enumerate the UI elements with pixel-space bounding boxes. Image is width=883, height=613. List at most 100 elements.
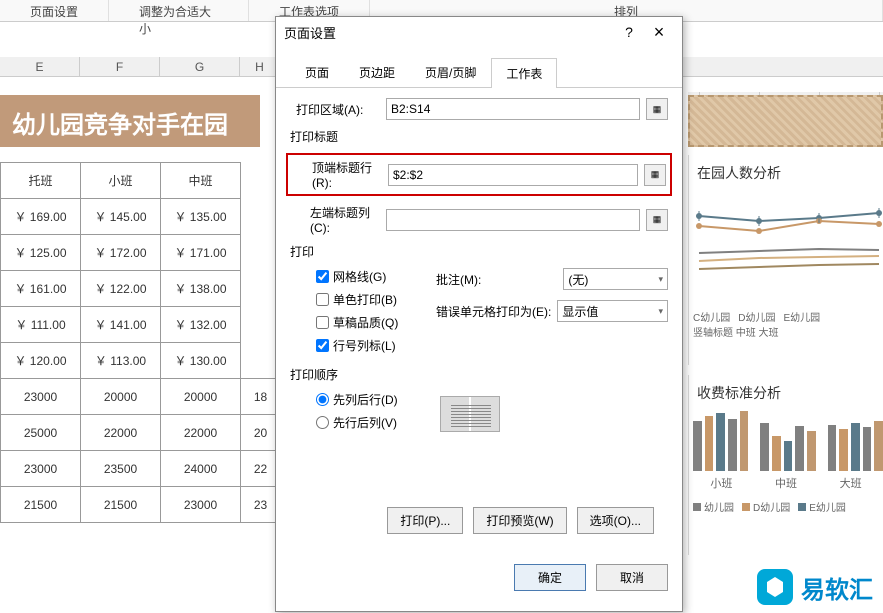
cell[interactable]: 22000 — [161, 415, 241, 451]
ribbon-scale-fit[interactable]: 调整为合适大小 — [109, 0, 249, 21]
cb-rowcol-label: 行号列标(L) — [333, 337, 396, 354]
cell[interactable]: ￥ 135.00 — [161, 199, 241, 235]
cell[interactable]: 23000 — [1, 451, 81, 487]
cell[interactable]: 25000 — [1, 415, 81, 451]
print-titles-group: 打印标题 — [290, 128, 668, 145]
cell[interactable]: ￥ 172.00 — [81, 235, 161, 271]
page-setup-dialog: 页面设置 ? × 页面 页边距 页眉/页脚 工作表 打印区域(A): ▦ 打印标… — [275, 16, 683, 612]
cell[interactable]: 20000 — [81, 379, 161, 415]
ribbon-page-setup[interactable]: 页面设置 — [0, 0, 109, 21]
cell[interactable]: 23500 — [81, 451, 161, 487]
chart-enrollment: 在园人数分析 C幼儿园 D幼儿园 E幼儿园 竖轴标题 中班 大班 — [688, 155, 883, 365]
order-group: 打印顺序 — [290, 366, 668, 383]
dialog-titlebar: 页面设置 ? × — [276, 17, 682, 47]
errors-select[interactable]: 显示值▾ — [557, 300, 668, 322]
options-button[interactable]: 选项(O)... — [577, 507, 654, 534]
chart2-legend: 幼儿园 D幼儿园 E幼儿园 — [689, 499, 883, 514]
rb-over-down[interactable] — [316, 416, 329, 429]
col-header-G[interactable]: G — [160, 57, 240, 76]
dialog-tabs: 页面 页边距 页眉/页脚 工作表 — [276, 57, 682, 88]
cell[interactable]: ￥ 113.00 — [81, 343, 161, 379]
sheet-title-banner: 幼儿园竞争对手在园 — [0, 95, 260, 147]
logo-text: 易软汇 — [801, 570, 873, 605]
brand-logo: 易软汇 — [757, 569, 873, 605]
tab-margins[interactable]: 页边距 — [344, 57, 410, 87]
cell[interactable]: ￥ 138.00 — [161, 271, 241, 307]
cb-bw[interactable] — [316, 293, 329, 306]
comments-select[interactable]: (无)▾ — [563, 268, 668, 290]
cb-rowcol[interactable] — [316, 339, 329, 352]
cb-draft-label: 草稿品质(Q) — [333, 314, 398, 331]
cell[interactable]: ￥ 125.00 — [1, 235, 81, 271]
banner-pattern-right — [688, 95, 883, 147]
col-header-H[interactable]: H — [240, 57, 280, 76]
errors-label: 错误单元格打印为(E): — [430, 303, 551, 320]
comments-label: 批注(M): — [430, 271, 481, 288]
cell[interactable]: 23000 — [161, 487, 241, 523]
print-area-label: 打印区域(A): — [290, 101, 380, 118]
left-cols-label: 左端标题列(C): — [290, 204, 380, 235]
cell[interactable]: ￥ 120.00 — [1, 343, 81, 379]
rb-over-label: 先行后列(V) — [333, 414, 397, 431]
col-header-F[interactable]: F — [80, 57, 160, 76]
tab-page[interactable]: 页面 — [290, 57, 344, 87]
cb-bw-label: 单色打印(B) — [333, 291, 397, 308]
data-table: 托班 小班 中班 ￥ 169.00￥ 145.00￥ 135.00 ￥ 125.… — [0, 162, 281, 523]
chart2-x-labels: 小班中班大班 — [689, 475, 883, 491]
close-icon[interactable]: × — [644, 22, 674, 43]
cell[interactable]: ￥ 122.00 — [81, 271, 161, 307]
bar-chart — [689, 411, 883, 471]
chart1-axis-label: 竖轴标题 中班 大班 — [689, 324, 883, 339]
range-select-icon[interactable]: ▦ — [644, 164, 666, 186]
cell[interactable]: ￥ 171.00 — [161, 235, 241, 271]
header-toban[interactable]: 托班 — [1, 163, 81, 199]
chart1-legend: C幼儿园 D幼儿园 E幼儿园 — [689, 309, 883, 324]
chart1-title: 在园人数分析 — [689, 155, 883, 191]
print-button[interactable]: 打印(P)... — [387, 507, 463, 534]
logo-badge-icon — [757, 569, 793, 605]
order-preview-icon — [440, 396, 500, 432]
cell[interactable]: ￥ 169.00 — [1, 199, 81, 235]
cb-gridlines[interactable] — [316, 270, 329, 283]
range-select-icon[interactable]: ▦ — [646, 98, 668, 120]
ok-button[interactable]: 确定 — [514, 564, 586, 591]
cell[interactable]: ￥ 132.00 — [161, 307, 241, 343]
cell[interactable]: 22000 — [81, 415, 161, 451]
chart2-title: 收费标准分析 — [689, 375, 883, 411]
tab-header-footer[interactable]: 页眉/页脚 — [410, 57, 491, 87]
col-header-E[interactable]: E — [0, 57, 80, 76]
cancel-button[interactable]: 取消 — [596, 564, 668, 591]
cell[interactable]: 24000 — [161, 451, 241, 487]
cell[interactable]: ￥ 145.00 — [81, 199, 161, 235]
dialog-body: 打印区域(A): ▦ 打印标题 顶端标题行(R): ▦ 左端标题列(C): ▦ … — [276, 88, 682, 554]
chevron-down-icon: ▾ — [658, 274, 663, 285]
cell[interactable]: ￥ 111.00 — [1, 307, 81, 343]
left-cols-input[interactable] — [386, 209, 640, 231]
cell[interactable]: 21500 — [81, 487, 161, 523]
chart-fees: 收费标准分析 小班中班大班 幼儿园 D幼儿园 E幼儿园 — [688, 375, 883, 555]
print-group: 打印 — [290, 243, 668, 260]
line-chart-svg — [689, 191, 883, 301]
highlighted-top-rows: 顶端标题行(R): ▦ — [286, 153, 672, 196]
top-rows-input[interactable] — [388, 164, 638, 186]
tab-sheet[interactable]: 工作表 — [491, 58, 557, 88]
chevron-down-icon: ▾ — [658, 306, 663, 317]
cell[interactable]: 21500 — [1, 487, 81, 523]
cell[interactable]: 23000 — [1, 379, 81, 415]
help-icon[interactable]: ? — [614, 24, 644, 40]
header-xiaoban[interactable]: 小班 — [81, 163, 161, 199]
rb-down-label: 先列后行(D) — [333, 391, 398, 408]
cb-draft[interactable] — [316, 316, 329, 329]
header-zhongban[interactable]: 中班 — [161, 163, 241, 199]
preview-button[interactable]: 打印预览(W) — [473, 507, 566, 534]
cell[interactable]: ￥ 141.00 — [81, 307, 161, 343]
dialog-title-text: 页面设置 — [284, 23, 614, 42]
cb-gridlines-label: 网格线(G) — [333, 268, 386, 285]
cell[interactable]: ￥ 130.00 — [161, 343, 241, 379]
range-select-icon[interactable]: ▦ — [646, 209, 668, 231]
rb-down-over[interactable] — [316, 393, 329, 406]
cell[interactable]: 20000 — [161, 379, 241, 415]
top-rows-label: 顶端标题行(R): — [292, 159, 382, 190]
print-area-input[interactable] — [386, 98, 640, 120]
cell[interactable]: ￥ 161.00 — [1, 271, 81, 307]
